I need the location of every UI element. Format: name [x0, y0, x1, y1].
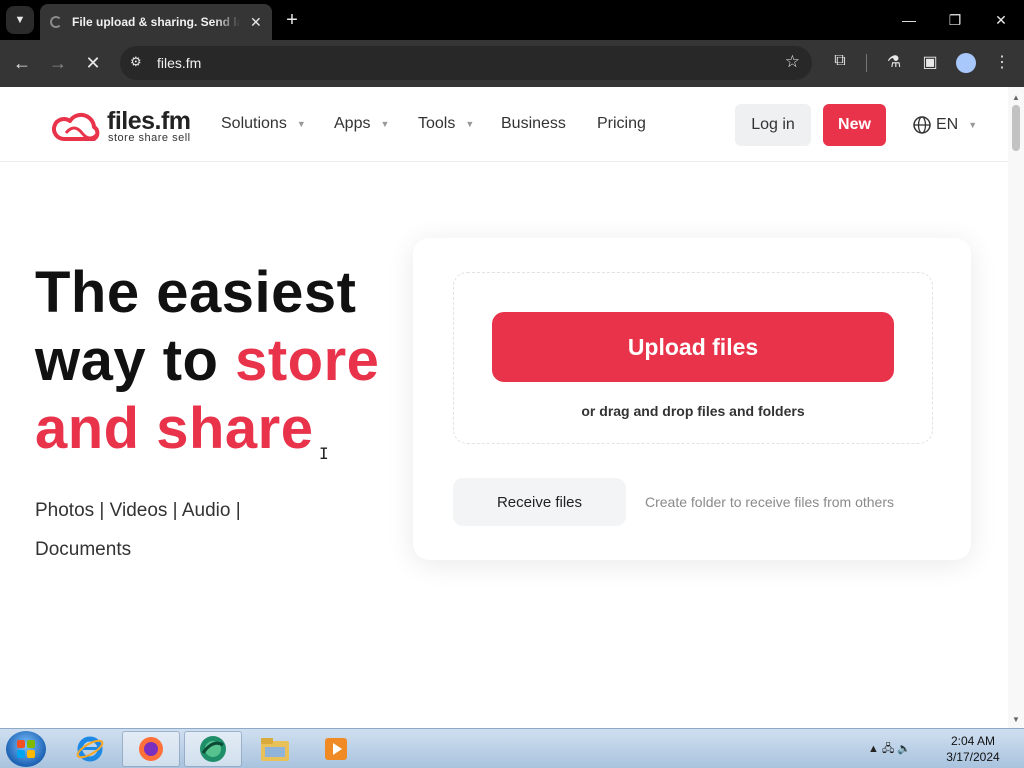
- page-scrollbar[interactable]: ▲ ▼: [1008, 87, 1024, 728]
- network-icon[interactable]: 🖧: [882, 743, 894, 755]
- text-cursor-icon: I: [319, 444, 329, 463]
- headline-accent-store: store: [235, 328, 380, 393]
- caret-down-icon: ▼: [968, 120, 978, 130]
- side-panel-icon[interactable]: ▣: [919, 52, 941, 72]
- nav-business[interactable]: Business: [501, 115, 566, 133]
- tab-title: File upload & sharing. Send large files: [72, 15, 240, 29]
- taskbar-firefox[interactable]: [122, 731, 180, 767]
- system-tray[interactable]: ▲ 🖧 🔈: [868, 740, 911, 759]
- clock-time: 2:04 AM: [950, 734, 996, 748]
- taskbar-chrome[interactable]: [184, 731, 242, 767]
- forward-button[interactable]: →: [45, 50, 71, 76]
- category-list: Photos | Videos | Audio | Documents: [35, 500, 241, 560]
- globe-icon: [913, 116, 931, 134]
- tab-search-button[interactable]: ▼: [6, 6, 34, 34]
- windows-taskbar: ▲ 🖧 🔈 2:04 AM 3/17/2024: [0, 728, 1024, 768]
- firefox-icon: [139, 737, 163, 761]
- menu-kebab-icon[interactable]: ⋮: [991, 52, 1013, 72]
- drop-zone[interactable]: Upload files or drag and drop files and …: [453, 272, 933, 444]
- minimize-button[interactable]: —: [897, 8, 921, 32]
- scroll-thumb[interactable]: [1012, 105, 1020, 151]
- nav-tools[interactable]: Tools ▼: [418, 115, 474, 133]
- tab-close-icon[interactable]: ✕: [250, 14, 262, 31]
- nav-apps[interactable]: Apps ▼: [334, 115, 389, 133]
- site-header: files.fm store share sell Solutions ▼ App…: [0, 87, 1008, 162]
- nav-apps-label: Apps: [334, 115, 371, 132]
- close-icon: ✕: [85, 52, 101, 73]
- browser-title-bar: ▼ File upload & sharing. Send large file…: [0, 0, 1024, 40]
- hero-headline: The easiest way to store and share: [35, 259, 379, 463]
- taskbar-file-explorer[interactable]: [246, 731, 304, 767]
- headline-plain: way to: [35, 328, 236, 393]
- headline-line-1: The easiest: [35, 260, 357, 325]
- taskbar-internet-explorer[interactable]: [61, 731, 119, 767]
- logo-tagline: store share sell: [108, 132, 191, 144]
- internet-explorer-icon: [76, 736, 104, 762]
- nav-tools-label: Tools: [418, 115, 456, 132]
- caret-down-icon: ▼: [465, 118, 475, 129]
- upload-files-button[interactable]: Upload files: [492, 312, 894, 382]
- login-button[interactable]: Log in: [735, 104, 811, 146]
- folder-icon: [261, 738, 289, 761]
- site-info-icon[interactable]: ⚙: [130, 54, 142, 70]
- nav-pricing[interactable]: Pricing: [597, 115, 646, 133]
- browser-toolbar: ← → ✕ ⚙ files.fm ☆ ⧉ ⚗ ▣ ⋮: [0, 40, 1024, 87]
- clock-date: 3/17/2024: [946, 750, 1000, 764]
- receive-files-button[interactable]: Receive files: [453, 478, 626, 526]
- language-label: EN: [936, 116, 959, 133]
- address-bar[interactable]: ⚙ files.fm ☆: [120, 46, 812, 80]
- caret-down-icon: ▼: [296, 118, 306, 129]
- loading-spinner-icon: [50, 16, 62, 28]
- start-button[interactable]: [6, 731, 46, 767]
- profile-avatar-icon[interactable]: [956, 53, 976, 73]
- taskbar-clock[interactable]: 2:04 AM 3/17/2024: [940, 733, 1006, 765]
- labs-flask-icon[interactable]: ⚗: [883, 52, 905, 72]
- arrow-right-icon: →: [49, 52, 67, 73]
- url-text[interactable]: files.fm: [157, 55, 201, 71]
- language-selector[interactable]: EN ▼: [912, 115, 977, 135]
- new-button[interactable]: New: [823, 104, 886, 146]
- chevron-down-icon: ▼: [14, 14, 26, 26]
- back-button[interactable]: ←: [9, 50, 35, 76]
- browser-app-icon: [200, 736, 226, 762]
- drop-hint: or drag and drop files and folders: [581, 403, 805, 419]
- stop-loading-button[interactable]: ✕: [80, 50, 106, 76]
- files-fm-logo[interactable]: files.fm store share sell: [52, 105, 202, 145]
- arrow-left-icon: ←: [13, 52, 31, 73]
- scroll-down-arrow-icon[interactable]: ▼: [1012, 715, 1020, 724]
- bookmark-star-icon[interactable]: ☆: [785, 52, 800, 72]
- media-player-icon: [325, 738, 347, 760]
- toolbar-divider: [866, 54, 867, 72]
- caret-down-icon: ▼: [380, 118, 390, 129]
- new-tab-button[interactable]: +: [282, 8, 302, 32]
- nav-solutions-label: Solutions: [221, 115, 287, 132]
- web-page: files.fm store share sell Solutions ▼ App…: [0, 87, 1008, 728]
- volume-muted-icon[interactable]: 🔈: [897, 743, 911, 755]
- extensions-icon[interactable]: ⧉: [829, 52, 851, 70]
- windows-logo-icon: [17, 740, 35, 758]
- headline-line-2: way to store: [35, 327, 379, 395]
- cloud-logo-icon: [52, 112, 100, 141]
- nav-solutions[interactable]: Solutions ▼: [221, 115, 306, 133]
- close-window-button[interactable]: ✕: [989, 8, 1013, 32]
- taskbar-media-player[interactable]: [307, 731, 365, 767]
- maximize-button[interactable]: ❐: [943, 8, 967, 32]
- browser-tab[interactable]: File upload & sharing. Send large files …: [40, 4, 272, 40]
- scroll-up-arrow-icon[interactable]: ▲: [1012, 93, 1020, 102]
- receive-files-hint: Create folder to receive files from othe…: [645, 494, 894, 510]
- tray-expand-icon[interactable]: ▲: [868, 743, 879, 755]
- upload-card: Upload files or drag and drop files and …: [413, 238, 971, 560]
